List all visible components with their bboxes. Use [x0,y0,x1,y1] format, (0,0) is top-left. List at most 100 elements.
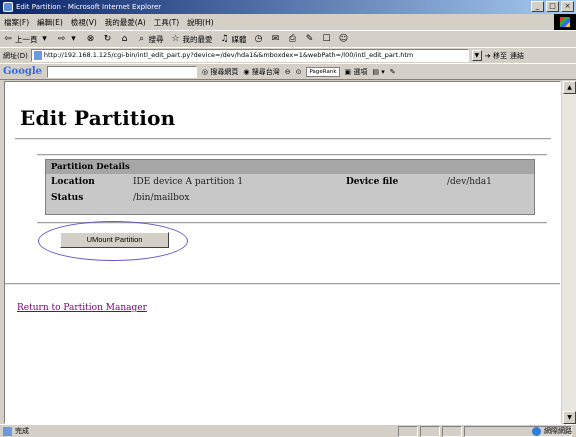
address-dropdown-button[interactable]: ▼ [471,50,482,61]
address-url: http://192.168.1.125/cgi-bin/intl_edit_p… [43,51,414,59]
options-label: 選項 [353,67,368,76]
status-left: 完成 [3,425,29,437]
refresh-icon: ↻ [103,34,112,44]
search-button[interactable]: ⌕ 搜尋 [137,34,164,45]
edit-button[interactable]: ✎ [305,34,315,44]
menu-favorites[interactable]: 我的最愛(A) [105,17,146,28]
partition-details-table: Partition Details Location IDE device A … [45,159,535,215]
back-arrow-icon: ⇦ [4,34,12,44]
ie-icon [3,2,13,12]
details-bottom-divider [37,222,547,224]
go-button[interactable]: ➔ 移至 [485,51,507,61]
mail-button[interactable]: ✉ [271,34,281,44]
go-arrow-icon: ➔ [484,51,491,60]
status-text: 完成 [15,427,29,435]
location-label: Location [51,177,95,187]
google-search-input[interactable] [47,65,198,78]
windows-logo-icon [554,14,576,30]
scroll-up-arrow-icon[interactable]: ▲ [563,81,576,94]
standard-toolbar: ⇦ 上一頁 ▾ ⇨ ▾ ⊗ ↻ ⌂ ⌕ 搜尋 ☆ 我的最愛 ♫ 媒體 ◷ ✉ ⎙… [0,30,576,47]
status-value: /bin/mailbox [133,193,190,203]
history-button[interactable]: ◷ [254,34,264,44]
status-cell [442,426,462,437]
links-button[interactable]: 連結 [510,51,524,61]
up-button[interactable]: ⊖ [285,68,291,76]
return-to-partition-manager-link[interactable]: Return to Partition Manager [17,303,147,313]
globe-icon: ◉ [243,67,250,76]
address-bar: 網址(D) http://192.168.1.125/cgi-bin/intl_… [0,47,576,63]
messenger-icon: ☺ [338,34,349,44]
forward-button[interactable]: ⇨ ▾ [57,34,79,44]
search-web-label: 搜尋網頁 [210,67,239,76]
location-value: IDE device A partition 1 [133,177,244,187]
page-icon [33,51,42,60]
menu-tools[interactable]: 工具(T) [154,17,179,28]
mail-icon: ✉ [271,34,280,44]
title-divider [15,138,551,140]
back-button[interactable]: ⇦ 上一頁 ▾ [3,34,50,45]
location-row: Location IDE device A partition 1 Device… [46,174,534,190]
favorites-button[interactable]: ☆ 我的最愛 [171,34,213,45]
menu-help[interactable]: 說明(H) [187,17,214,28]
print-button[interactable]: ⎙ [288,34,298,44]
back-label: 上一頁 [15,34,38,44]
device-file-value: /dev/hda1 [447,177,492,187]
search-icon: ⌕ [138,34,145,44]
folder-icon[interactable]: ▤ ▾ [372,68,384,76]
address-input[interactable]: http://192.168.1.125/cgi-bin/intl_edit_p… [30,49,469,62]
internet-globe-icon [532,426,541,436]
chevron-down-icon: ▾ [71,34,76,44]
home-button[interactable]: ⌂ [120,34,130,44]
history-icon: ◷ [254,34,263,44]
page-done-icon [3,426,12,436]
close-button[interactable]: × [561,1,574,12]
chevron-down-icon: ▾ [42,34,47,44]
window-title: Edit Partition - Microsoft Internet Expl… [16,3,162,11]
media-icon: ♫ [220,34,229,44]
google-logo[interactable]: Google [3,66,42,77]
zone-text: 網際網路 [544,427,572,435]
minimize-button[interactable]: _ [531,1,544,12]
scroll-down-arrow-icon[interactable]: ▼ [563,411,576,424]
address-label: 網址(D) [3,51,28,60]
menu-view[interactable]: 檢視(V) [71,17,97,28]
status-cell [398,426,418,437]
options-button[interactable]: ▣ 選項 [345,67,368,77]
details-top-divider [37,154,547,156]
messenger-button[interactable]: ☺ [339,34,349,44]
favorites-label: 我的最愛 [182,34,213,44]
google-toolbar: Google ◎ 搜尋網頁 ◉ 搜尋台灣 ⊖ ⊙ PageRank ▣ 選項 ▤… [0,63,576,80]
search-tw-label: 搜尋台灣 [251,67,280,76]
window-title-bar[interactable]: Edit Partition - Microsoft Internet Expl… [0,0,576,14]
stop-button[interactable]: ⊗ [86,34,96,44]
stop-icon: ⊗ [86,34,95,44]
menu-file[interactable]: 檔案(F) [4,17,29,28]
print-icon: ⎙ [288,34,297,44]
options-icon: ▣ [344,67,352,76]
details-heading: Partition Details [46,160,534,174]
search-web-button[interactable]: ◎ 搜尋網頁 [202,67,238,77]
status-label: Status [51,193,84,203]
search-tw-button[interactable]: ◉ 搜尋台灣 [243,67,279,77]
browser-content-area: Edit Partition Partition Details Locatio… [4,81,561,424]
pagerank-indicator: PageRank [306,66,340,77]
security-zone: 網際網路 [532,425,572,437]
pencil-icon[interactable]: ✎ [390,68,396,76]
star-icon: ☆ [171,34,180,44]
binoculars-icon: ◎ [202,67,209,76]
discuss-icon: ☐ [322,34,331,44]
device-file-label: Device file [346,177,399,187]
section-divider [5,283,560,285]
media-label: 媒體 [231,34,247,44]
highlight-button[interactable]: ⊙ [296,68,302,76]
refresh-button[interactable]: ↻ [103,34,113,44]
umount-partition-button[interactable]: UMount Partition [60,232,169,248]
vertical-scrollbar[interactable]: ▲ ▼ [561,81,576,424]
status-row: Status /bin/mailbox [46,190,534,206]
menu-edit[interactable]: 編輯(E) [37,17,63,28]
media-button[interactable]: ♫ 媒體 [220,34,247,45]
status-bar: 完成 網際網路 [0,424,576,437]
discuss-button[interactable]: ☐ [322,34,332,44]
menu-bar: 檔案(F) 編輯(E) 檢視(V) 我的最愛(A) 工具(T) 說明(H) [0,14,576,30]
maximize-button[interactable]: □ [546,1,559,12]
